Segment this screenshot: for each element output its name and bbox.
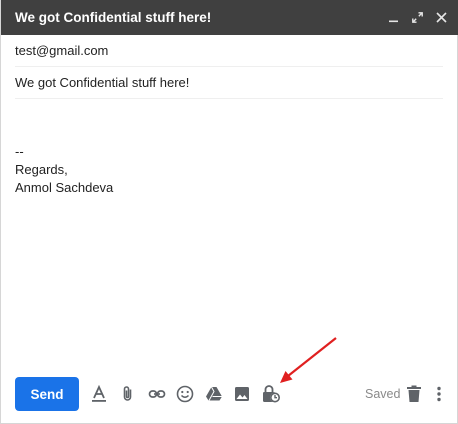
message-body[interactable]: -- Regards, Anmol Sachdeva — [15, 143, 113, 197]
compose-toolbar: Send Saved — [1, 377, 457, 413]
photo-icon[interactable] — [232, 384, 252, 404]
more-options-icon[interactable] — [429, 384, 449, 404]
link-icon[interactable] — [147, 384, 167, 404]
minimize-icon[interactable] — [387, 11, 399, 25]
compose-title: We got Confidential stuff here! — [15, 10, 212, 25]
close-icon[interactable] — [435, 11, 447, 25]
trash-icon[interactable] — [404, 384, 424, 404]
confidential-mode-icon[interactable] — [261, 384, 281, 404]
signature-closing: Regards, — [15, 162, 68, 177]
recipient-address: test@gmail.com — [15, 43, 109, 58]
subject-field[interactable]: We got Confidential stuff here! — [15, 67, 443, 99]
subject-text: We got Confidential stuff here! — [15, 75, 190, 90]
compose-titlebar[interactable]: We got Confidential stuff here! — [1, 0, 458, 35]
saved-status: Saved — [365, 387, 401, 401]
compose-window: We got Confidential stuff here! test@gma… — [0, 0, 458, 424]
expand-icon[interactable] — [411, 11, 423, 25]
recipients-field[interactable]: test@gmail.com — [15, 35, 443, 67]
send-button[interactable]: Send — [15, 377, 79, 411]
formatting-icon[interactable] — [89, 384, 109, 404]
signature-name: Anmol Sachdeva — [15, 180, 114, 195]
drive-icon[interactable] — [204, 384, 224, 404]
window-controls — [387, 11, 458, 25]
signature-separator: -- — [15, 144, 24, 159]
emoji-icon[interactable] — [175, 384, 195, 404]
attach-icon[interactable] — [118, 384, 138, 404]
